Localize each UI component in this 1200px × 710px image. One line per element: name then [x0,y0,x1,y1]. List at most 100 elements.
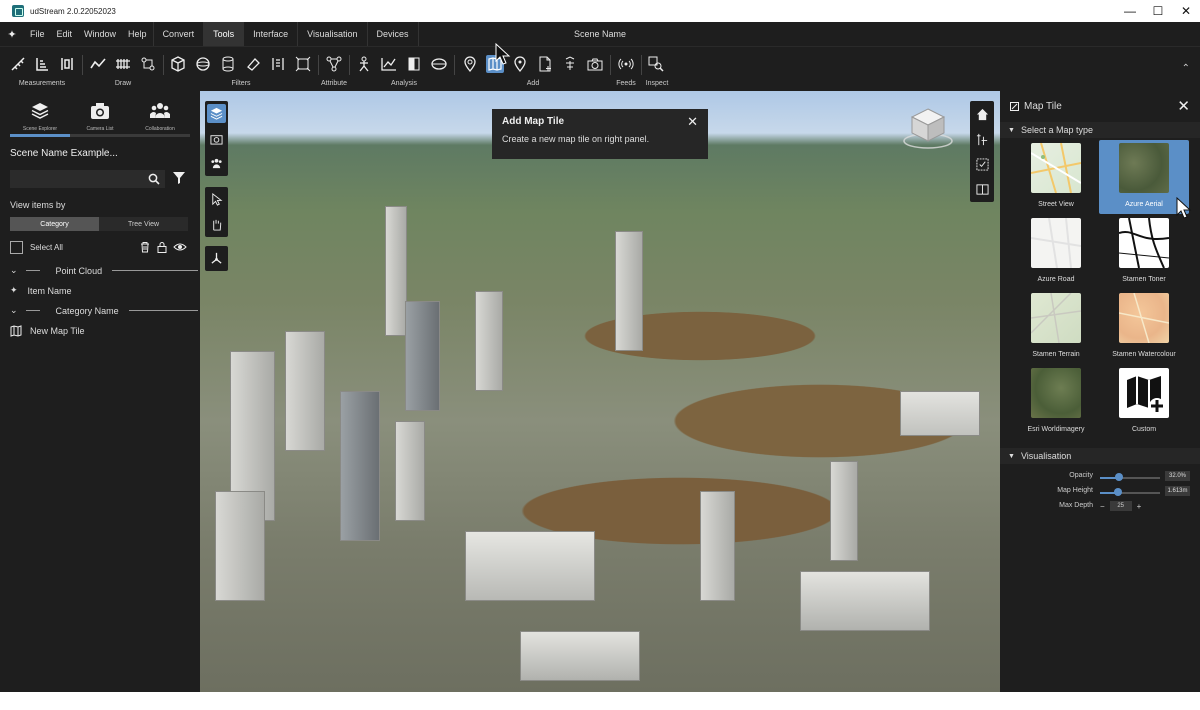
filter-cylinder-icon[interactable] [219,55,237,73]
menu-file[interactable]: File [24,22,51,46]
filter-columns-icon[interactable] [269,55,287,73]
add-camera-icon[interactable] [586,55,604,73]
select-area-icon[interactable] [972,154,992,174]
menu-edit[interactable]: Edit [51,22,79,46]
view-toggle: Category Tree View [10,217,188,231]
viewport-nav-toolbar [205,187,228,237]
select-all-row[interactable]: Select All [10,241,63,254]
add-poi-icon[interactable] [461,55,479,73]
building [340,391,380,541]
select-all-checkbox[interactable] [10,241,23,254]
tab-convert[interactable]: Convert [152,22,204,46]
hand-icon[interactable] [207,215,226,234]
filter-eraser-icon[interactable] [244,55,262,73]
map-height-slider[interactable] [1100,492,1160,494]
3d-viewport[interactable]: Add Map Tile Create a new map tile on ri… [200,91,1000,692]
opacity-value[interactable]: 32.0% [1165,471,1190,481]
filter-box-icon[interactable] [169,55,187,73]
increment-button[interactable]: + [1137,502,1142,511]
draw-line-icon[interactable] [89,55,107,73]
viewport-gizmo-toolbar [205,246,228,271]
group-attribute: Attribute [320,80,348,87]
view-cube-icon[interactable] [900,103,956,151]
chevron-down-icon: ▼ [1008,452,1015,460]
measure-line-icon[interactable] [9,55,27,73]
measure-height-icon[interactable] [33,55,51,73]
opacity-slider[interactable] [1100,477,1160,479]
filter-sphere-icon[interactable] [194,55,212,73]
tab-camera-list[interactable]: Camera List [70,101,130,132]
analysis-viewshed-icon[interactable] [430,55,448,73]
tile-esri-worldimagery[interactable]: Esri Worldimagery [1011,365,1101,439]
max-depth-stepper: − 25 + [1100,501,1141,511]
search-icon[interactable] [148,172,160,190]
tab-interface[interactable]: Interface [243,22,297,46]
view-category-button[interactable]: Category [10,217,99,231]
chevron-down-icon[interactable]: ⌄ [10,265,18,276]
filter-icon[interactable] [172,171,186,190]
tree-group-point-cloud[interactable]: ⌄ Point Cloud [10,265,198,276]
tab-visualisation[interactable]: Visualisation [297,22,366,46]
tree-group-category[interactable]: ⌄ Category Name [10,305,198,316]
measure-icon[interactable] [972,129,992,149]
right-panel: Map Tile ✕ ▼ Select a Map type Street Vi… [1000,91,1200,692]
search-input[interactable] [10,170,165,188]
tile-azure-road[interactable]: Azure Road [1011,215,1101,289]
users-icon[interactable] [207,154,226,173]
view-tree-button[interactable]: Tree View [99,217,188,231]
close-icon[interactable]: ✕ [687,114,698,130]
maximize-icon[interactable]: ☐ [1144,0,1172,22]
tab-scene-explorer[interactable]: Scene Explorer [10,101,70,132]
tile-label: Stamen Watercolour [1112,351,1176,358]
menu-window[interactable]: Window [78,22,122,46]
scene-title[interactable]: Scene Name Example... [10,148,118,159]
tab-devices[interactable]: Devices [366,22,419,46]
section-visualisation[interactable]: ▼ Visualisation [1000,448,1200,464]
map-height-value[interactable]: 1.613m [1165,486,1190,496]
analysis-chart-icon[interactable] [380,55,398,73]
draw-fence-icon[interactable] [114,55,132,73]
add-location-icon[interactable] [511,55,529,73]
tab-collaboration[interactable]: Collaboration [130,101,190,132]
lock-icon[interactable] [156,241,168,253]
tile-stamen-toner[interactable]: Stamen Toner [1099,215,1189,289]
trash-icon[interactable] [139,241,151,253]
tile-stamen-watercolour[interactable]: Stamen Watercolour [1099,290,1189,364]
draw-path-icon[interactable] [139,55,157,73]
add-file-icon[interactable] [536,55,554,73]
section-map-type[interactable]: ▼ Select a Map type [1000,122,1200,138]
layers-icon[interactable] [207,104,226,123]
tab-tools[interactable]: Tools [203,22,244,46]
analysis-compare-icon[interactable] [405,55,423,73]
split-view-icon[interactable] [972,179,992,199]
camera-icon[interactable] [207,129,226,148]
tile-stamen-terrain[interactable]: Stamen Terrain [1011,290,1101,364]
attribute-graph-icon[interactable] [325,55,343,73]
app-menu-icon[interactable]: ✦ [0,22,24,46]
viewport-right-toolbar [970,101,994,202]
inspect-icon[interactable] [647,55,665,73]
gizmo-icon[interactable] [207,249,226,268]
close-icon[interactable]: ✕ [1177,97,1190,115]
tile-custom[interactable]: Custom [1099,365,1189,439]
analysis-person-icon[interactable] [355,55,373,73]
minimize-icon[interactable]: — [1116,0,1144,22]
opacity-slider-handle[interactable] [1115,473,1124,481]
decrement-button[interactable]: − [1100,502,1105,511]
eye-icon[interactable] [173,241,187,253]
tile-street-view[interactable]: Street View [1011,140,1101,214]
close-window-icon[interactable]: ✕ [1172,0,1200,22]
max-depth-value[interactable]: 25 [1109,501,1132,511]
add-model-icon[interactable] [561,55,579,73]
collapse-ribbon-icon[interactable]: ⌃ [1182,63,1190,74]
measure-area-icon[interactable] [58,55,76,73]
pointer-icon[interactable] [207,190,226,209]
feeds-broadcast-icon[interactable] [617,55,635,73]
tree-item-map-tile[interactable]: New Map Tile [10,325,198,337]
menu-help[interactable]: Help [122,22,153,46]
chevron-down-icon[interactable]: ⌄ [10,305,18,316]
map-height-slider-handle[interactable] [1114,488,1122,496]
tree-item[interactable]: ✦ Item Name [10,285,198,296]
filter-frame-icon[interactable] [294,55,312,73]
home-icon[interactable] [972,104,992,124]
